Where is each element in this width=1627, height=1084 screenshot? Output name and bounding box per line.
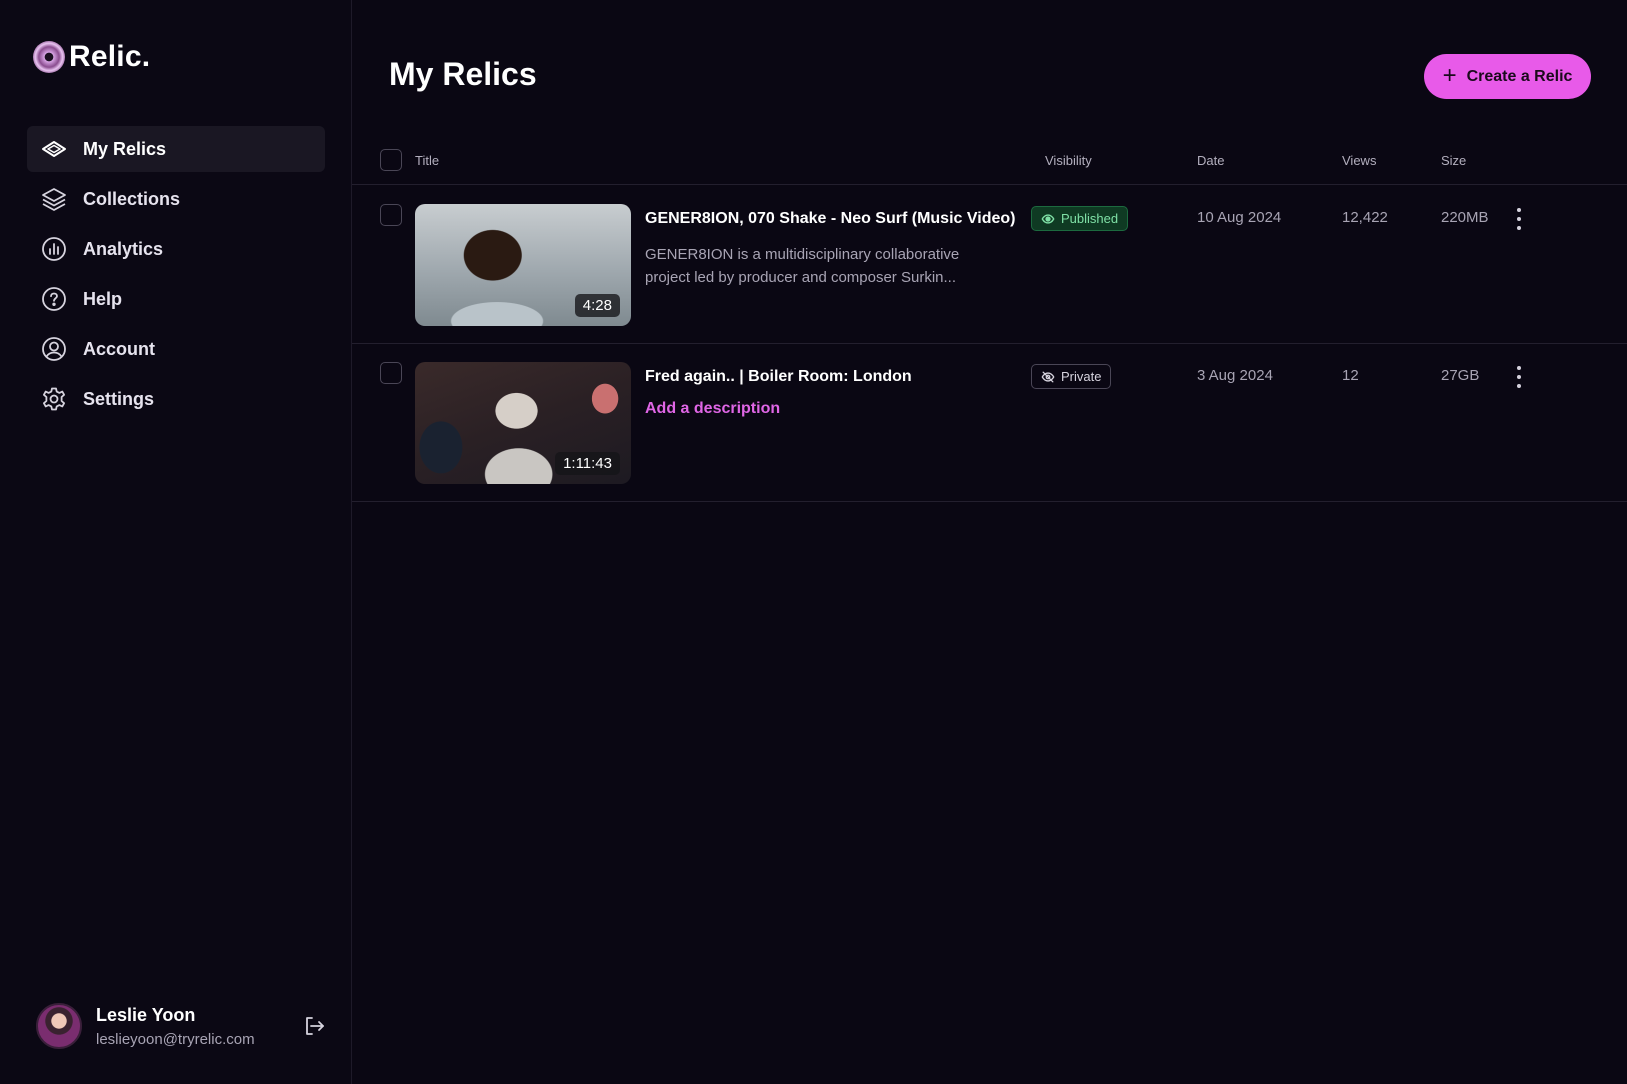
date-cell: 3 Aug 2024 — [1197, 367, 1273, 384]
column-header-size[interactable]: Size — [1441, 153, 1466, 168]
add-description-link[interactable]: Add a description — [645, 400, 780, 418]
sidebar: Relic. My Relics Collections Analytics H… — [0, 0, 352, 1084]
logo[interactable]: Relic. — [33, 40, 150, 74]
table-header: Title Visibility Date Views Size — [352, 145, 1627, 185]
sidebar-item-settings[interactable]: Settings — [27, 376, 325, 422]
column-header-title[interactable]: Title — [415, 153, 439, 168]
user-info: Leslie Yoon leslieyoon@tryrelic.com — [96, 1005, 302, 1048]
eye-icon — [1041, 213, 1055, 224]
row-checkbox[interactable] — [380, 204, 402, 226]
logout-icon[interactable] — [302, 1014, 326, 1038]
logo-icon — [33, 41, 65, 73]
date-cell: 10 Aug 2024 — [1197, 209, 1282, 226]
sidebar-item-label: Account — [83, 338, 155, 359]
views-cell: 12 — [1342, 367, 1359, 384]
sidebar-item-label: Collections — [83, 188, 181, 209]
user-circle-icon — [41, 336, 67, 362]
size-cell: 220MB — [1441, 209, 1489, 226]
visibility-badge[interactable]: Private — [1031, 364, 1112, 389]
page-title: My Relics — [389, 56, 537, 92]
more-options-icon[interactable] — [1515, 208, 1523, 230]
sidebar-item-label: Settings — [83, 388, 155, 409]
sidebar-item-analytics[interactable]: Analytics — [27, 226, 325, 272]
size-cell: 27GB — [1441, 367, 1480, 384]
views-cell: 12,422 — [1342, 209, 1388, 226]
video-title[interactable]: GENER8ION, 070 Shake - Neo Surf (Music V… — [645, 210, 1015, 228]
sidebar-item-my-relics[interactable]: My Relics — [27, 126, 325, 172]
logo-text: Relic. — [69, 40, 151, 73]
sidebar-item-help[interactable]: Help — [27, 276, 325, 322]
eye-off-icon — [1041, 371, 1055, 382]
sidebar-item-account[interactable]: Account — [27, 326, 325, 372]
user-name: Leslie Yoon — [96, 1004, 196, 1025]
column-header-views[interactable]: Views — [1342, 153, 1376, 168]
user-email: leslieyoon@tryrelic.com — [96, 1030, 255, 1048]
video-title[interactable]: Fred again.. | Boiler Room: London — [645, 368, 912, 386]
video-description: GENER8ION is a multidisciplinary collabo… — [645, 246, 960, 286]
app-root: Relic. My Relics Collections Analytics H… — [0, 0, 1627, 1084]
column-header-visibility[interactable]: Visibility — [1045, 153, 1092, 168]
avatar[interactable] — [36, 1003, 82, 1049]
column-header-date[interactable]: Date — [1197, 153, 1224, 168]
help-icon — [41, 286, 67, 312]
table-row[interactable]: 4:28 GENER8ION, 070 Shake - Neo Surf (Mu… — [352, 186, 1627, 344]
main-content: My Relics + Create a Relic Title Visibil… — [352, 0, 1627, 1084]
video-thumbnail[interactable]: 1:11:43 — [415, 362, 631, 484]
visibility-badge[interactable]: Published — [1031, 206, 1129, 231]
gear-icon — [41, 386, 67, 412]
visibility-label: Published — [1061, 211, 1119, 226]
visibility-label: Private — [1061, 369, 1102, 384]
user-profile: Leslie Yoon leslieyoon@tryrelic.com — [36, 1003, 326, 1049]
more-options-icon[interactable] — [1515, 366, 1523, 388]
plus-icon: + — [1442, 61, 1457, 89]
sidebar-nav: My Relics Collections Analytics Help Acc… — [27, 126, 325, 426]
sidebar-item-label: Help — [83, 288, 123, 309]
table-row[interactable]: 1:11:43 Fred again.. | Boiler Room: Lond… — [352, 344, 1627, 502]
duration-badge: 1:11:43 — [555, 452, 620, 475]
chart-icon — [41, 236, 67, 262]
sidebar-item-collections[interactable]: Collections — [27, 176, 325, 222]
sidebar-item-label: My Relics — [83, 138, 167, 159]
duration-badge: 4:28 — [574, 294, 620, 317]
create-relic-label: Create a Relic — [1466, 67, 1573, 85]
row-checkbox[interactable] — [380, 362, 402, 384]
diamond-icon — [41, 136, 67, 162]
select-all-checkbox[interactable] — [380, 149, 402, 171]
create-relic-button[interactable]: + Create a Relic — [1424, 54, 1591, 99]
layers-icon — [41, 186, 67, 212]
video-thumbnail[interactable]: 4:28 — [415, 204, 631, 326]
sidebar-item-label: Analytics — [83, 238, 164, 259]
